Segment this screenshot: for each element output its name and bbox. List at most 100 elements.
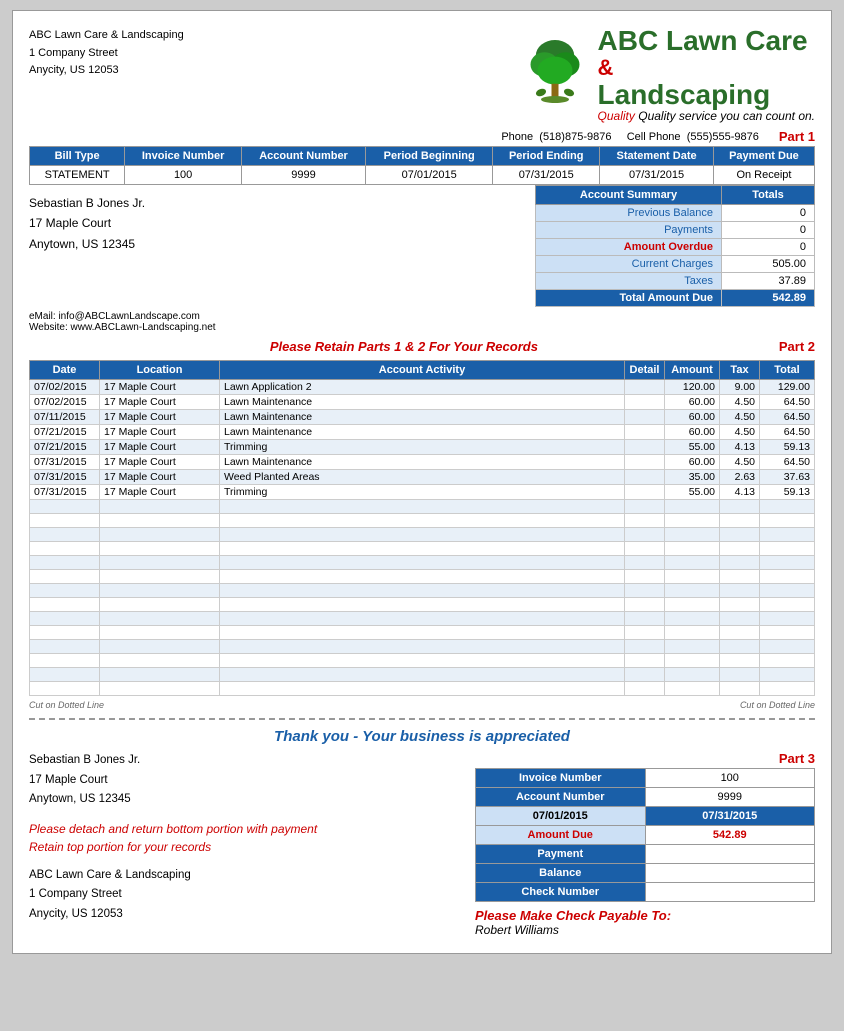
activity-location: 17 Maple Court <box>100 455 220 470</box>
current-charges-value: 505.00 <box>722 256 815 273</box>
invoice-header-table: Bill Type Invoice Number Account Number … <box>29 146 815 185</box>
activity-name: Weed Planted Areas <box>220 470 625 485</box>
contact-section: eMail: info@ABCLawnLandscape.com Website… <box>29 311 216 333</box>
payments-value: 0 <box>722 222 815 239</box>
bottom-right: Part 3 Invoice Number 100 Account Number… <box>475 751 815 937</box>
col-amount: Amount <box>665 361 720 380</box>
customer-address: 17 Maple Court <box>29 213 535 233</box>
activity-detail <box>625 380 665 395</box>
activity-total: 64.50 <box>760 425 815 440</box>
activity-total: 59.13 <box>760 485 815 500</box>
bottom-section: Sebastian B Jones Jr. 17 Maple Court Any… <box>29 751 815 937</box>
pt-account-label: Account Number <box>476 788 646 807</box>
pt-check-label: Check Number <box>476 883 646 902</box>
pt-invoice-label: Invoice Number <box>476 769 646 788</box>
col-total: Total <box>760 361 815 380</box>
activity-name: Lawn Application 2 <box>220 380 625 395</box>
activity-date: 07/11/2015 <box>30 410 100 425</box>
customer-address-section: Sebastian B Jones Jr. 17 Maple Court Any… <box>29 185 535 307</box>
activity-location: 17 Maple Court <box>100 470 220 485</box>
activity-tax: 4.50 <box>720 425 760 440</box>
activity-detail <box>625 440 665 455</box>
summary-title: Account Summary <box>536 186 722 205</box>
bottom-city: Anytown, US 12345 <box>29 790 455 810</box>
payment-table: Invoice Number 100 Account Number 9999 0… <box>475 768 815 902</box>
thank-you-message: Thank you - Your business is appreciated <box>29 728 815 745</box>
activity-amount: 60.00 <box>665 425 720 440</box>
activity-detail <box>625 410 665 425</box>
activity-tax: 4.13 <box>720 485 760 500</box>
col-bill-type: Bill Type <box>30 147 125 166</box>
detach-note: Please detach and return bottom portion … <box>29 820 455 856</box>
activity-amount: 35.00 <box>665 470 720 485</box>
activity-tax: 9.00 <box>720 380 760 395</box>
bottom-company-name: ABC Lawn Care & Landscaping <box>29 866 455 886</box>
activity-amount: 55.00 <box>665 440 720 455</box>
company-name-abc: ABC Lawn Care <box>598 27 815 55</box>
activity-row: 07/31/2015 17 Maple Court Weed Planted A… <box>30 470 815 485</box>
col-period-ending: Period Ending <box>493 147 600 166</box>
activity-detail <box>625 485 665 500</box>
total-label: Total Amount Due <box>536 290 722 307</box>
taxes-label: Taxes <box>536 273 722 290</box>
activity-tax: 2.63 <box>720 470 760 485</box>
cut-label-right: Cut on Dotted Line <box>740 700 815 710</box>
payments-label: Payments <box>536 222 722 239</box>
col-account-number: Account Number <box>241 147 365 166</box>
bottom-left: Sebastian B Jones Jr. 17 Maple Court Any… <box>29 751 455 937</box>
activity-date: 07/21/2015 <box>30 440 100 455</box>
pt-account-value: 9999 <box>645 788 815 807</box>
col-date: Date <box>30 361 100 380</box>
activity-amount: 60.00 <box>665 410 720 425</box>
activity-name: Lawn Maintenance <box>220 425 625 440</box>
retain-message: Please Retain Parts 1 & 2 For Your Recor… <box>29 339 779 354</box>
activity-location: 17 Maple Court <box>100 380 220 395</box>
activity-date: 07/31/2015 <box>30 485 100 500</box>
pt-amount-label: Amount Due <box>476 826 646 845</box>
invoice-number-value: 100 <box>125 166 242 185</box>
activity-total: 64.50 <box>760 455 815 470</box>
check-payable-label: Please Make Check Payable To: <box>475 908 815 923</box>
customer-name: Sebastian B Jones Jr. <box>29 193 535 213</box>
activity-detail <box>625 470 665 485</box>
bottom-company-city: Anycity, US 12053 <box>29 905 455 925</box>
company-landscaping: Landscaping <box>598 81 815 109</box>
period-beginning-value: 07/01/2015 <box>366 166 493 185</box>
phone-info: Phone (518)875-9876 Cell Phone (555)555-… <box>501 131 759 143</box>
pt-check-value <box>645 883 815 902</box>
activity-row: 07/21/2015 17 Maple Court Trimming 55.00… <box>30 440 815 455</box>
account-summary-table: Account Summary Totals Previous Balance … <box>535 185 815 307</box>
part1-label: Part 1 <box>779 129 815 144</box>
activity-name: Trimming <box>220 485 625 500</box>
activity-table: Date Location Account Activity Detail Am… <box>29 360 815 696</box>
col-invoice-number: Invoice Number <box>125 147 242 166</box>
company-ampersand: & <box>598 55 815 81</box>
activity-date: 07/31/2015 <box>30 455 100 470</box>
pt-payment-value <box>645 845 815 864</box>
activity-detail <box>625 395 665 410</box>
activity-row: 07/02/2015 17 Maple Court Lawn Maintenan… <box>30 395 815 410</box>
company-name-big: ABC Lawn Care & Landscaping Quality Qual… <box>598 27 815 123</box>
pt-date-end: 07/31/2015 <box>645 807 815 826</box>
pt-amount-value: 542.89 <box>645 826 815 845</box>
col-tax: Tax <box>720 361 760 380</box>
activity-date: 07/31/2015 <box>30 470 100 485</box>
payment-due-value: On Receipt <box>713 166 814 185</box>
email-line: eMail: info@ABCLawnLandscape.com <box>29 311 216 322</box>
activity-total: 37.63 <box>760 470 815 485</box>
quality-tagline: Quality Quality service you can count on… <box>598 109 815 123</box>
activity-total: 59.13 <box>760 440 815 455</box>
col-detail: Detail <box>625 361 665 380</box>
company-city: Anycity, US 12053 <box>29 62 184 80</box>
activity-row: 07/31/2015 17 Maple Court Lawn Maintenan… <box>30 455 815 470</box>
middle-section: Sebastian B Jones Jr. 17 Maple Court Any… <box>29 185 815 307</box>
col-period-beginning: Period Beginning <box>366 147 493 166</box>
activity-tax: 4.13 <box>720 440 760 455</box>
pt-invoice-value: 100 <box>645 769 815 788</box>
cut-label-left: Cut on Dotted Line <box>29 700 104 710</box>
company-address-line: 1 Company Street <box>29 45 184 63</box>
taxes-value: 37.89 <box>722 273 815 290</box>
activity-row: 07/02/2015 17 Maple Court Lawn Applicati… <box>30 380 815 395</box>
tree-logo-icon <box>520 40 590 110</box>
statement-date-value: 07/31/2015 <box>600 166 714 185</box>
